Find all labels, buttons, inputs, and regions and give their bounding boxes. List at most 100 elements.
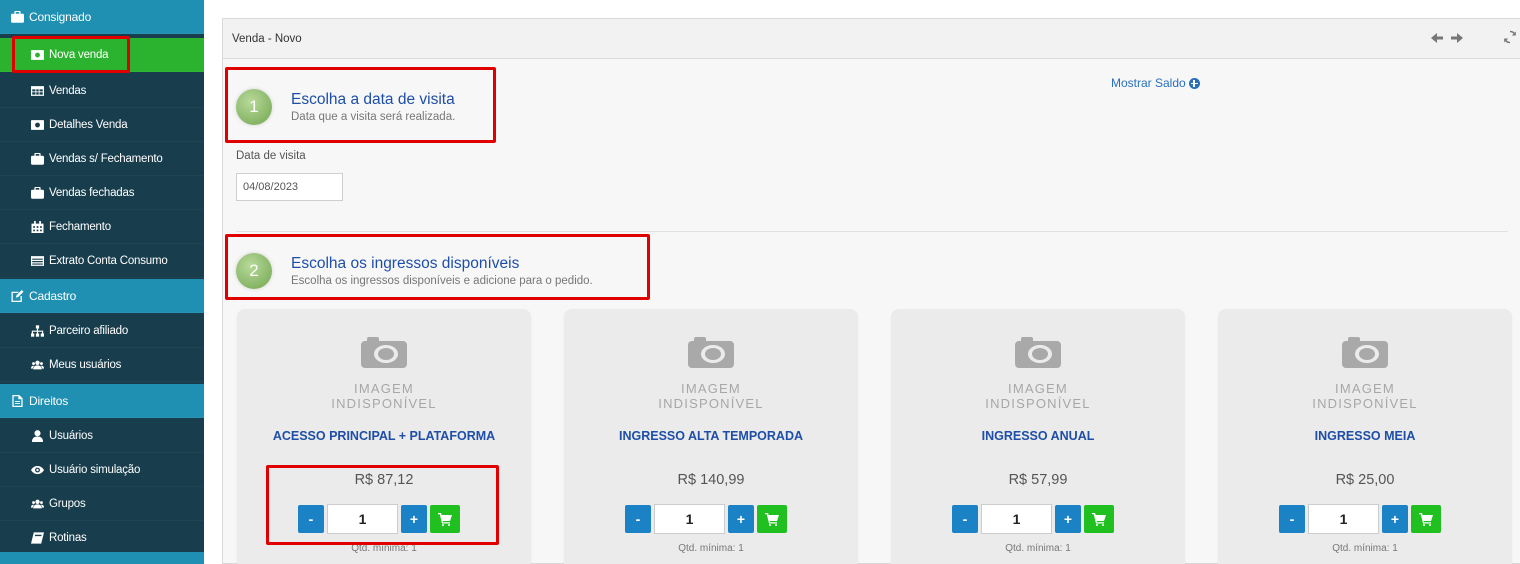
quantity-stepper: - + [1279,504,1441,534]
add-to-cart-button[interactable] [1084,505,1114,533]
sidebar-item-rotinas[interactable]: Rotinas [0,521,204,555]
users-icon [30,359,44,371]
decrease-quantity-button[interactable]: - [625,505,651,533]
minimum-quantity: Qtd. mínima: 1 [1005,543,1071,554]
sidebar-item-vendas-sem-fechamento[interactable]: Vendas s/ Fechamento [0,142,204,176]
increase-quantity-button[interactable]: + [728,505,754,533]
table-icon [30,85,44,97]
sidebar-section-edge [0,552,204,564]
sidebar-item-label: Meus usuários [49,358,122,371]
minimum-quantity: Qtd. mínima: 1 [678,543,744,554]
sidebar-section-cadastro[interactable]: Cadastro [0,279,204,313]
minimum-quantity: Qtd. mínima: 1 [1332,543,1398,554]
increase-quantity-button[interactable]: + [1055,505,1081,533]
add-to-cart-button[interactable] [757,505,787,533]
visit-date-input[interactable] [236,173,343,201]
sidebar-item-fechamento[interactable]: Fechamento [0,210,204,244]
product-image-placeholder: IMAGEM INDISPONÍVEL [564,336,858,411]
product-name: ACESSO PRINCIPAL + PLATAFORMA [272,429,496,443]
file-icon [10,394,24,407]
sidebar-item-label: Usuários [49,429,93,442]
highlight-box-price-stepper [266,465,499,545]
sidebar-item-meus-usuarios[interactable]: Meus usuários [0,348,204,382]
cart-icon [1419,512,1433,526]
main-panel: Venda - Novo Mostrar Saldo 1 Escolha a d… [222,18,1520,564]
product-name: INGRESSO ANUAL [981,429,1095,443]
highlight-box-nova-venda [12,36,130,73]
product-price: R$ 140,99 [677,472,745,488]
sidebar-item-label: Usuário simulação [49,463,141,476]
users-icon [30,498,44,510]
decrease-quantity-button[interactable]: - [1279,505,1305,533]
sidebar-item-label: Parceiro afiliado [49,324,129,337]
sidebar-item-vendas-fechadas[interactable]: Vendas fechadas [0,176,204,210]
quantity-input[interactable] [981,504,1052,534]
product-card: IMAGEM INDISPONÍVEL INGRESSO ANUAL R$ 57,… [891,309,1185,564]
sidebar-item-label: Rotinas [49,531,87,544]
camera-icon [361,337,407,368]
image-unavailable-line1: IMAGEM [681,381,741,396]
increase-quantity-button[interactable]: + [1382,505,1408,533]
sidebar-item-usuarios[interactable]: Usuários [0,419,204,453]
sidebar-item-extrato-conta-consumo[interactable]: Extrato Conta Consumo [0,244,204,278]
refresh-icon[interactable] [1503,30,1517,44]
money-icon [30,119,44,131]
sidebar-item-usuario-simulacao[interactable]: Usuário simulação [0,453,204,487]
briefcase-icon [30,152,44,165]
image-unavailable-line2: INDISPONÍVEL [985,396,1091,411]
product-price: R$ 25,00 [1335,472,1395,488]
page-title: Venda - Novo [232,33,302,45]
sidebar-item-parceiro-afiliado[interactable]: Parceiro afiliado [0,314,204,348]
cart-icon [1092,512,1106,526]
date-label: Data de visita [236,150,306,162]
book-icon [30,531,44,544]
eye-icon [30,464,44,476]
product-image-placeholder: IMAGEM INDISPONÍVEL [237,336,531,411]
app-root: Consignado Nova venda Vendas Detalhes Ve… [0,0,1520,564]
sidebar-item-label: Direitos [29,393,69,408]
edit-icon [10,289,24,302]
highlight-box-step-2 [225,234,650,300]
camera-icon [688,337,734,368]
section-divider [236,231,1508,232]
highlight-box-step-1 [225,67,496,143]
sidebar-item-grupos[interactable]: Grupos [0,487,204,521]
product-price: R$ 57,99 [1008,472,1068,488]
sidebar-item-label: Consignado [29,9,92,24]
sidebar-section-consignado[interactable]: Consignado [0,0,204,34]
calendar-icon [30,220,44,233]
quantity-input[interactable] [654,504,725,534]
product-image-placeholder: IMAGEM INDISPONÍVEL [1218,336,1512,411]
list-icon [30,255,44,267]
image-unavailable-line1: IMAGEM [354,381,414,396]
plus-circle-icon [1188,77,1200,89]
expand-arrows-icon[interactable] [1429,29,1465,47]
sidebar-item-label: Grupos [49,497,86,510]
sidebar-item-label: Vendas fechadas [49,186,135,199]
sidebar-section-direitos[interactable]: Direitos [0,384,204,418]
quantity-input[interactable] [1308,504,1379,534]
quantity-stepper: - + [625,504,787,534]
sidebar-item-vendas[interactable]: Vendas [0,74,204,108]
image-unavailable-line2: INDISPONÍVEL [331,396,437,411]
image-unavailable-line2: INDISPONÍVEL [1312,396,1418,411]
sidebar-item-label: Extrato Conta Consumo [49,254,168,267]
sitemap-icon [30,324,44,337]
briefcase-icon [10,10,24,23]
decrease-quantity-button[interactable]: - [952,505,978,533]
product-card: IMAGEM INDISPONÍVEL INGRESSO MEIA R$ 25,0… [1218,309,1512,564]
mostrar-saldo-label: Mostrar Saldo [1111,76,1186,90]
sidebar-item-label: Detalhes Venda [49,118,128,131]
image-unavailable-line1: IMAGEM [1335,381,1395,396]
image-unavailable-line1: IMAGEM [1008,381,1068,396]
panel-header: Venda - Novo [223,19,1520,59]
sidebar-item-label: Vendas s/ Fechamento [49,152,163,165]
image-unavailable-line2: INDISPONÍVEL [658,396,764,411]
sidebar-item-label: Fechamento [49,220,111,233]
add-to-cart-button[interactable] [1411,505,1441,533]
sidebar-item-detalhes-venda[interactable]: Detalhes Venda [0,108,204,142]
briefcase-icon [30,186,44,199]
mostrar-saldo-link[interactable]: Mostrar Saldo [1111,76,1200,90]
product-image-placeholder: IMAGEM INDISPONÍVEL [891,336,1185,411]
sidebar: Consignado Nova venda Vendas Detalhes Ve… [0,0,204,564]
